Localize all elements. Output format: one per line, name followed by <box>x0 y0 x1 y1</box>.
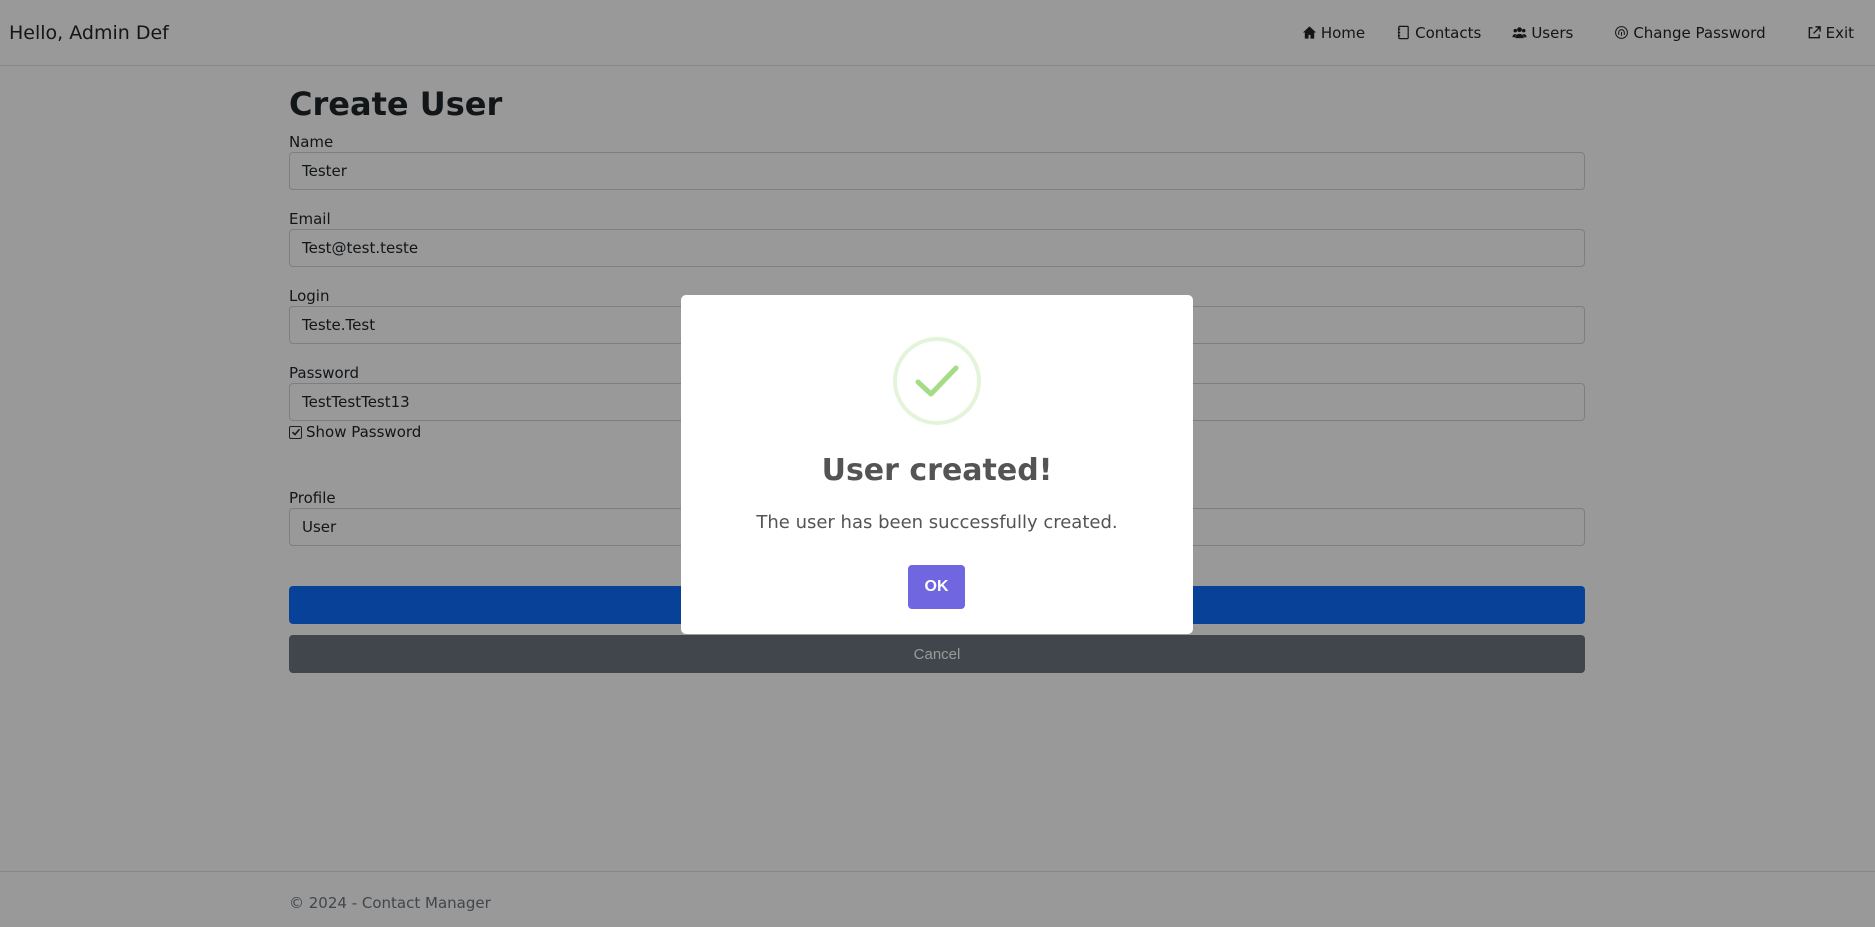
success-modal: User created! The user has been successf… <box>681 295 1193 634</box>
modal-message: The user has been successfully created. <box>756 512 1118 533</box>
modal-title: User created! <box>821 453 1053 488</box>
ok-button[interactable]: OK <box>908 565 965 609</box>
success-check-icon <box>893 337 981 425</box>
